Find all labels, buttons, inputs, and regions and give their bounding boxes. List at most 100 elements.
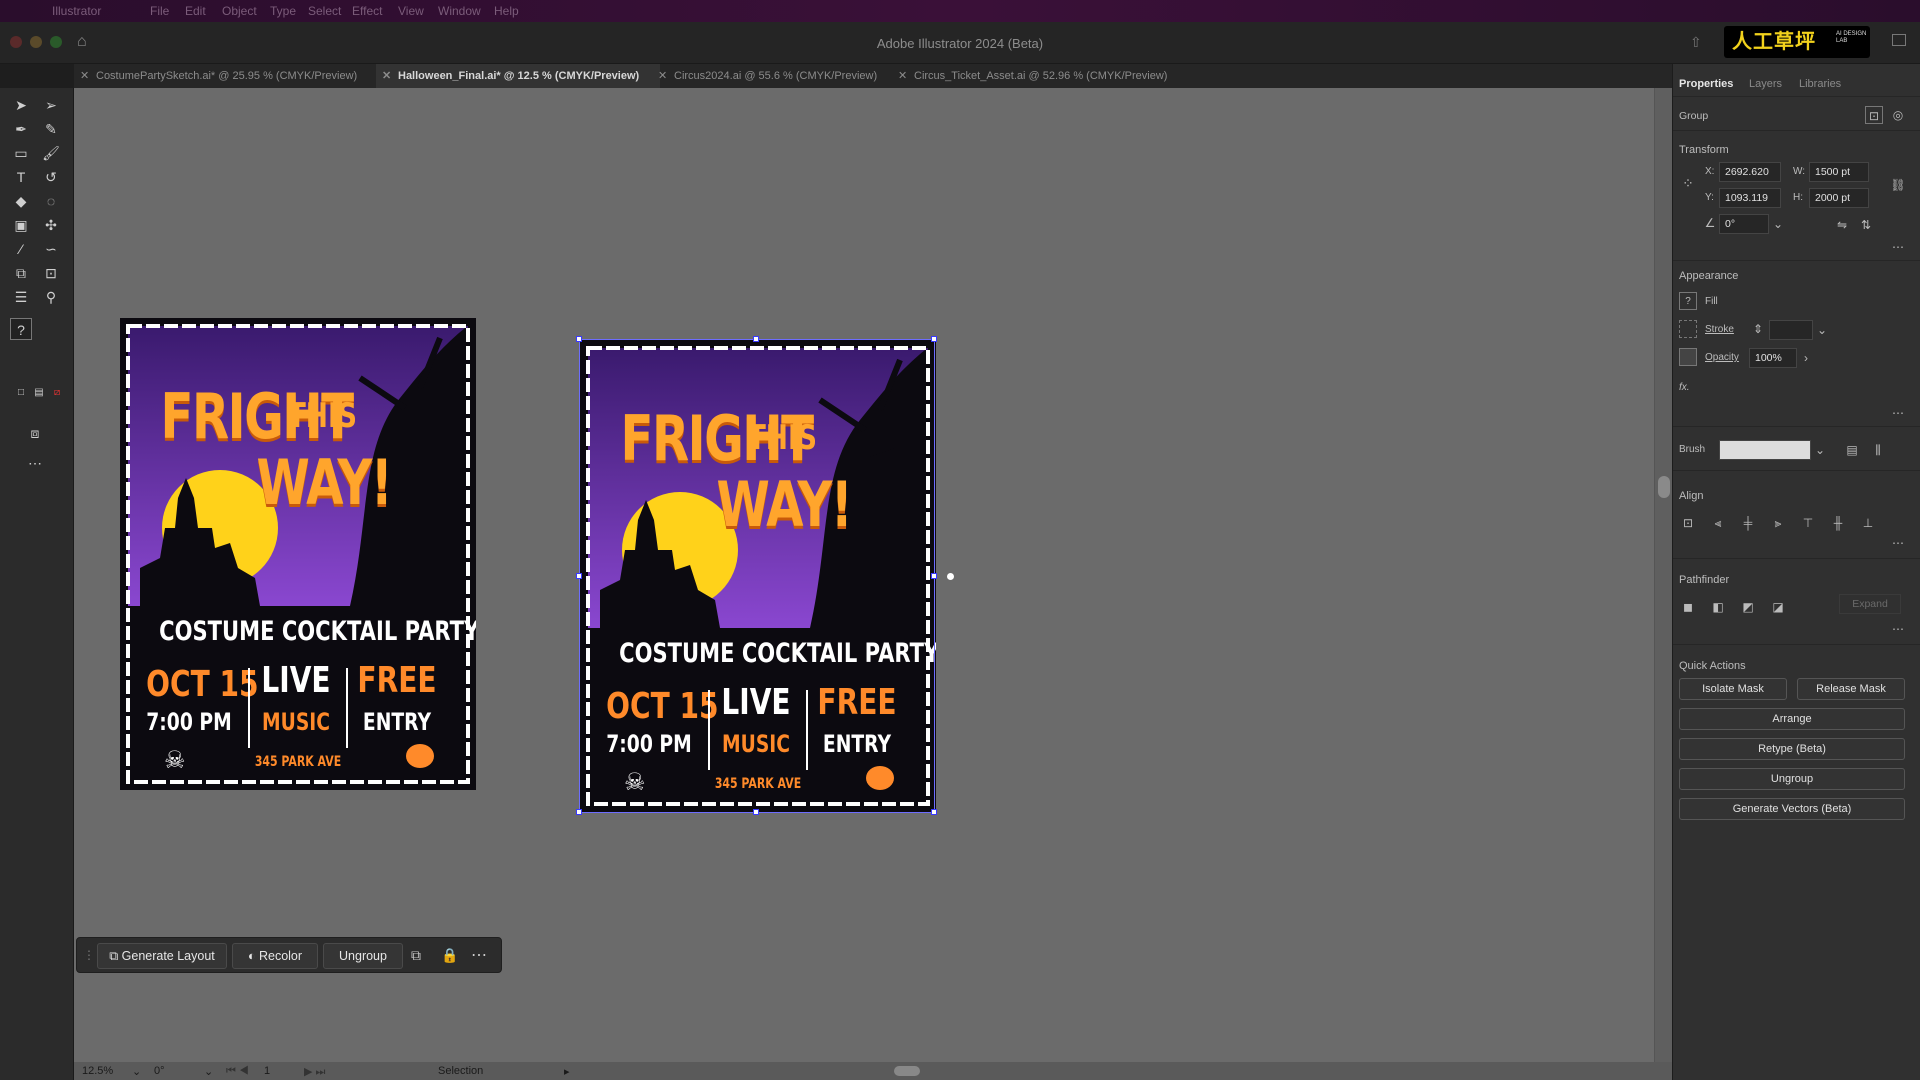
eraser-tool-icon[interactable]: ◆ (10, 190, 32, 212)
opacity-label[interactable]: Opacity (1705, 352, 1739, 363)
menu-item-help[interactable]: Help (494, 4, 519, 18)
brush-options-icon[interactable]: ▤ (1843, 441, 1861, 459)
align-more-icon[interactable]: ⋯ (1889, 534, 1907, 552)
tab-layers[interactable]: Layers (1749, 78, 1782, 90)
align-bottom-icon[interactable]: ⊥ (1859, 514, 1877, 532)
retype-button[interactable]: Retype (Beta) (1679, 738, 1905, 760)
artboard-number-field[interactable]: 1 (264, 1065, 270, 1077)
ungroup-button[interactable]: Ungroup (323, 943, 403, 969)
resize-handle[interactable] (753, 336, 759, 342)
edit-contents-icon[interactable]: ⊡ (1865, 106, 1883, 124)
artboard-poster-1[interactable]: FRIGHT THIS WAY! COSTUME COCKTAIL PARTY … (120, 318, 476, 790)
curvature-tool-icon[interactable]: ✎ (40, 118, 62, 140)
generate-layout-button[interactable]: ⧉ Generate Layout (97, 943, 227, 969)
menu-item-object[interactable]: Object (222, 4, 257, 18)
align-horizontal-center-icon[interactable]: ╪ (1739, 514, 1757, 532)
lock-icon[interactable]: 🔒 (441, 947, 458, 964)
flip-horizontal-icon[interactable]: ⇋ (1833, 216, 1851, 234)
rotate-tool-icon[interactable]: ↺ (40, 166, 62, 188)
duplicate-icon[interactable]: ⧉ (411, 947, 421, 964)
isolate-mask-button[interactable]: Isolate Mask (1679, 678, 1787, 700)
more-tools-icon[interactable]: ⋯ (24, 452, 46, 474)
selection-tool-icon[interactable]: ➤ (10, 94, 32, 116)
angle-dropdown-icon[interactable]: ⌄ (1769, 215, 1787, 233)
close-tab-icon[interactable]: ✕ (898, 64, 907, 88)
reference-point-icon[interactable]: ⁘ (1679, 174, 1697, 192)
height-field[interactable]: 2000 pt (1809, 188, 1869, 208)
fill-unknown-swatch-icon[interactable]: ? (1679, 292, 1697, 310)
menu-item-select[interactable]: Select (308, 4, 341, 18)
ungroup-quick-action-button[interactable]: Ungroup (1679, 768, 1905, 790)
resize-handle[interactable] (753, 809, 759, 815)
menu-item-file[interactable]: File (150, 4, 169, 18)
rectangle-tool-icon[interactable]: ▭ (10, 142, 32, 164)
menu-item-effect[interactable]: Effect (352, 4, 382, 18)
fill-stroke-unknown-icon[interactable]: ? (10, 318, 32, 340)
pen-tool-icon[interactable]: ✒ (10, 118, 32, 140)
gradient-tool-icon[interactable]: ▣ (10, 214, 32, 236)
more-options-icon[interactable]: ⋯ (471, 945, 487, 965)
constrain-proportions-icon[interactable]: ⛓ (1889, 176, 1907, 194)
x-position-field[interactable]: 2692.620 (1719, 162, 1781, 182)
align-to-selection-icon[interactable]: ⊡ (1679, 514, 1697, 532)
vertical-scrollbar[interactable] (1654, 88, 1672, 1062)
stroke-stepper-icon[interactable]: ⇕ (1749, 320, 1767, 338)
type-tool-icon[interactable]: T (10, 166, 32, 188)
close-tab-icon[interactable]: ✕ (658, 64, 667, 88)
zoom-tool-icon[interactable]: ⚲ (40, 286, 62, 308)
arrange-button[interactable]: Arrange (1679, 708, 1905, 730)
rotation-dropdown-icon[interactable]: ⌄ (204, 1065, 213, 1078)
pathfinder-unite-icon[interactable]: ◼ (1679, 598, 1697, 616)
direct-selection-tool-icon[interactable]: ➢ (40, 94, 62, 116)
paintbrush-tool-icon[interactable]: 🖌 (40, 142, 62, 164)
rotation-field[interactable]: 0° (154, 1065, 165, 1077)
flip-vertical-icon[interactable]: ⇅ (1857, 216, 1875, 234)
screen-mode-icon[interactable]: ⧈ (24, 422, 46, 444)
artboard-nav-first-icon[interactable]: ⏮ ◀ (226, 1065, 249, 1078)
artboard-tool-icon[interactable]: ⊡ (40, 262, 62, 284)
drag-handle-icon[interactable]: ⋮ (83, 948, 95, 962)
appearance-more-icon[interactable]: ⋯ (1889, 404, 1907, 422)
eyedropper-tool-icon[interactable]: ⁄ (10, 238, 32, 260)
align-vertical-center-icon[interactable]: ╫ (1829, 514, 1847, 532)
pathfinder-exclude-icon[interactable]: ◪ (1769, 598, 1787, 616)
brush-preview-field[interactable] (1719, 440, 1811, 460)
stroke-label[interactable]: Stroke (1705, 324, 1734, 335)
isolate-group-icon[interactable]: ◎ (1889, 106, 1907, 124)
menu-item-illustrator[interactable]: Illustrator (52, 4, 101, 18)
artboard-nav-next-icon[interactable]: ▶ ⏭ (304, 1065, 325, 1079)
hand-tool-icon[interactable]: ☰ (10, 286, 32, 308)
stroke-weight-field[interactable] (1769, 320, 1813, 340)
brush-dropdown-icon[interactable]: ⌄ (1811, 441, 1829, 459)
y-position-field[interactable]: 1093.119 (1719, 188, 1781, 208)
generate-vectors-button[interactable]: Generate Vectors (Beta) (1679, 798, 1905, 820)
mesh-tool-icon[interactable]: ✣ (40, 214, 62, 236)
menu-item-window[interactable]: Window (438, 4, 481, 18)
close-tab-icon[interactable]: ✕ (382, 64, 391, 88)
tab-circus2024[interactable]: ✕ Circus2024.ai @ 55.6 % (CMYK/Preview) (652, 64, 896, 88)
arrange-documents-icon[interactable] (1892, 34, 1906, 46)
scrollbar-thumb[interactable] (1658, 476, 1670, 498)
tab-halloween-final[interactable]: ✕ Halloween_Final.ai* @ 12.5 % (CMYK/Prev… (376, 64, 660, 88)
menu-item-view[interactable]: View (398, 4, 424, 18)
expand-button[interactable]: Expand (1839, 594, 1901, 614)
pathfinder-minus-front-icon[interactable]: ◧ (1709, 598, 1727, 616)
close-tab-icon[interactable]: ✕ (80, 64, 89, 88)
stroke-swatch-icon[interactable] (1679, 320, 1697, 338)
release-mask-button[interactable]: Release Mask (1797, 678, 1905, 700)
align-top-icon[interactable]: ⊤ (1799, 514, 1817, 532)
tab-circus-ticket-asset[interactable]: ✕ Circus_Ticket_Asset.ai @ 52.96 % (CMYK/… (892, 64, 1192, 88)
resize-handle[interactable] (931, 336, 937, 342)
stroke-dropdown-icon[interactable]: ⌄ (1813, 321, 1831, 339)
align-right-icon[interactable]: ⫸ (1769, 514, 1787, 532)
opacity-field[interactable]: 100% (1749, 348, 1797, 368)
selection-bounding-box[interactable] (579, 339, 935, 813)
tab-costume-party-sketch[interactable]: ✕ CostumePartySketch.ai* @ 25.95 % (CMYK/… (74, 64, 374, 88)
lasso-tool-icon[interactable]: ◌ (40, 190, 62, 212)
blend-tool-icon[interactable]: ∽ (40, 238, 62, 260)
menu-item-edit[interactable]: Edit (185, 4, 206, 18)
resize-handle[interactable] (931, 573, 937, 579)
pathfinder-intersect-icon[interactable]: ◩ (1739, 598, 1757, 616)
align-left-icon[interactable]: ⫷ (1709, 514, 1727, 532)
resize-handle[interactable] (576, 336, 582, 342)
